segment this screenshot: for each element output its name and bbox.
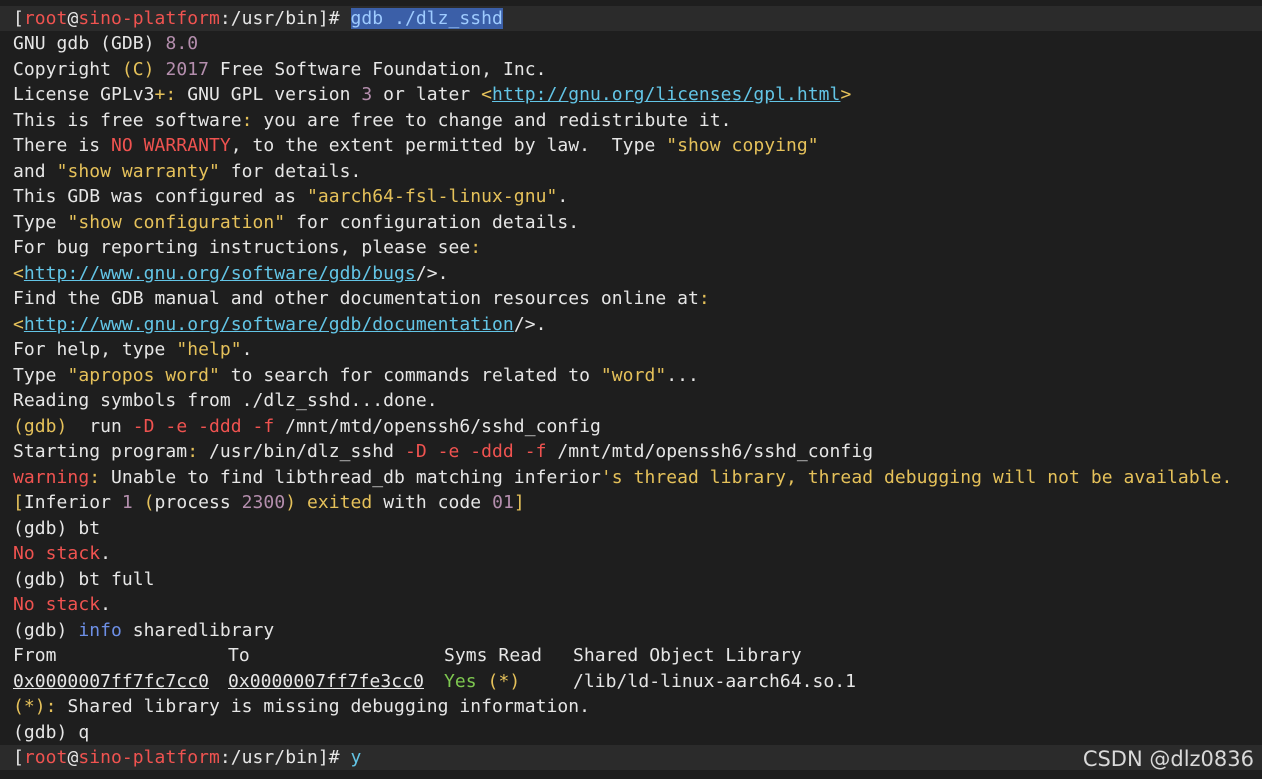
gdb-quit-line: (gdb) q: [13, 722, 90, 743]
prompt-user: root: [23, 8, 68, 29]
prompt-line-last[interactable]: [root@sino-platform:/usr/bin]# y: [13, 745, 361, 770]
first-command-selected[interactable]: gdb ./dlz_sshd: [350, 8, 503, 29]
copyright-line: Copyright (C) 2017 Free Software Foundat…: [13, 59, 547, 80]
show-warranty-line: and "show warranty" for details.: [13, 161, 362, 182]
gdb-info-line: (gdb) info sharedlibrary: [13, 620, 275, 641]
license-link[interactable]: http://gnu.org/licenses/gpl.html: [492, 84, 840, 105]
prompt-close: ]#: [317, 8, 340, 29]
sharedlib-header-from: From: [13, 645, 57, 666]
doc-url-line: <http://www.gnu.org/software/gdb/documen…: [13, 314, 547, 335]
no-stack-line-2: No stack.: [13, 594, 111, 615]
prompt-line-first: [root@sino-platform:/usr/bin]# gdb ./dlz…: [13, 6, 503, 31]
reading-symbols-line: Reading symbols from ./dlz_sshd...done.: [13, 390, 438, 411]
sharedlib-header-syms: Syms Read: [444, 645, 542, 666]
prompt-at: @: [67, 8, 79, 29]
missing-debug-line: (*): Shared library is missing debugging…: [13, 696, 591, 717]
manual-line: Find the GDB manual and other documentat…: [13, 288, 710, 309]
csdn-watermark: CSDN @dlz0836: [1082, 747, 1254, 771]
prompt-open: [: [13, 8, 24, 29]
warranty-line: There is NO WARRANTY, to the extent perm…: [13, 135, 819, 156]
documentation-link[interactable]: http://www.gnu.org/software/gdb/document…: [24, 314, 514, 335]
apropos-line: Type "apropos word" to search for comman…: [13, 365, 699, 386]
sharedlib-header-to: To: [228, 645, 250, 666]
help-line: For help, type "help".: [13, 339, 253, 360]
gdb-run-line: (gdb) run -D -e -ddd -f /mnt/mtd/openssh…: [13, 416, 601, 437]
configured-line: This GDB was configured as "aarch64-fsl-…: [13, 186, 569, 207]
free-software-line: This is free software: you are free to c…: [13, 110, 732, 131]
prompt-path: :/usr/bin: [219, 8, 318, 29]
sharedlib-row-syms: Yes (*): [444, 671, 521, 692]
inferior-exit-line: [Inferior 1 (process 2300) exited with c…: [13, 492, 525, 513]
bugs-link[interactable]: http://www.gnu.org/software/gdb/bugs: [24, 263, 416, 284]
configuration-line: Type "show configuration" for configurat…: [13, 212, 580, 233]
warning-line: warning: Unable to find libthread_db mat…: [13, 467, 1233, 488]
prompt-host: sino-platform: [78, 8, 220, 29]
sharedlib-row-lib: /lib/ld-linux-aarch64.so.1: [573, 671, 857, 692]
sharedlib-row-to: 0x0000007ff7fe3cc0: [228, 671, 424, 692]
sharedlib-header-lib: Shared Object Library: [573, 645, 802, 666]
no-stack-line-1: No stack.: [13, 543, 111, 564]
license-line: License GPLv3+: GNU GPL version 3 or lat…: [13, 84, 852, 105]
gdb-version-line: GNU gdb (GDB) 8.0: [13, 33, 199, 54]
gdb-bt-line: (gdb) bt: [13, 518, 101, 539]
bugs-url-line: <http://www.gnu.org/software/gdb/bugs/>.: [13, 263, 449, 284]
terminal-window[interactable]: [root@sino-platform:/usr/bin]# gdb ./dlz…: [0, 0, 1262, 779]
bug-reporting-line: For bug reporting instructions, please s…: [13, 237, 482, 258]
starting-program-line: Starting program: /usr/bin/dlz_sshd -D -…: [13, 441, 874, 462]
sharedlib-row-from: 0x0000007ff7fc7cc0: [13, 671, 209, 692]
last-command[interactable]: y: [351, 747, 362, 768]
gdb-bt-full-line: (gdb) bt full: [13, 569, 155, 590]
